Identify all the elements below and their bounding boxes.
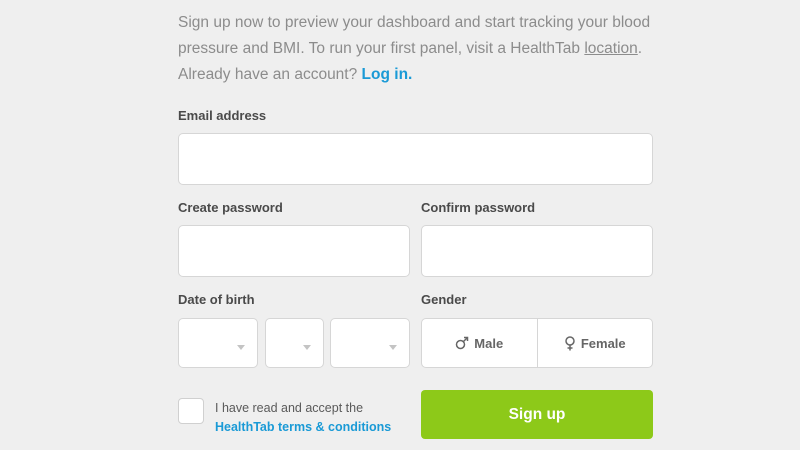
chevron-down-icon (389, 345, 397, 350)
email-field-wrapper (178, 133, 653, 185)
gender-female-option[interactable]: Female (536, 319, 653, 367)
location-link[interactable]: location (584, 40, 637, 57)
create-password-field[interactable] (179, 226, 409, 276)
gender-toggle: Male Female (421, 318, 653, 368)
dob-year-select[interactable] (330, 318, 410, 368)
gender-female-label: Female (580, 335, 626, 351)
already-account-text: Already have an account? (178, 66, 358, 83)
signup-button[interactable]: Sign up (421, 390, 653, 439)
confirm-password-label: Confirm password (421, 200, 536, 215)
terms-checkbox[interactable] (178, 398, 204, 424)
email-field[interactable] (179, 134, 652, 184)
chevron-down-icon (303, 345, 311, 350)
gender-label: Gender (421, 292, 467, 307)
dob-month-select[interactable] (178, 318, 258, 368)
dob-label: Date of birth (178, 292, 255, 307)
create-password-wrapper (178, 225, 410, 277)
login-link[interactable]: Log in. (362, 66, 413, 83)
terms-prefix: I have read and accept the (215, 401, 364, 415)
confirm-password-wrapper (421, 225, 653, 277)
terms-text: I have read and accept the HealthTab ter… (215, 399, 391, 437)
male-symbol-icon (456, 336, 469, 350)
intro-description: Sign up now to preview your dashboard an… (178, 14, 651, 57)
female-symbol-icon (565, 335, 575, 350)
confirm-password-field[interactable] (422, 226, 652, 276)
terms-link[interactable]: HealthTab terms & conditions (215, 420, 391, 434)
intro-period: . (637, 40, 643, 57)
create-password-label: Create password (178, 200, 283, 215)
gender-male-option[interactable]: Male (422, 319, 537, 367)
chevron-down-icon (237, 345, 245, 350)
email-label: Email address (178, 108, 267, 123)
dob-day-select[interactable] (265, 318, 324, 368)
signup-page: Sign up now to preview your dashboard an… (0, 0, 800, 450)
intro-text: Sign up now to preview your dashboard an… (178, 10, 678, 88)
gender-male-label: Male (474, 335, 504, 351)
